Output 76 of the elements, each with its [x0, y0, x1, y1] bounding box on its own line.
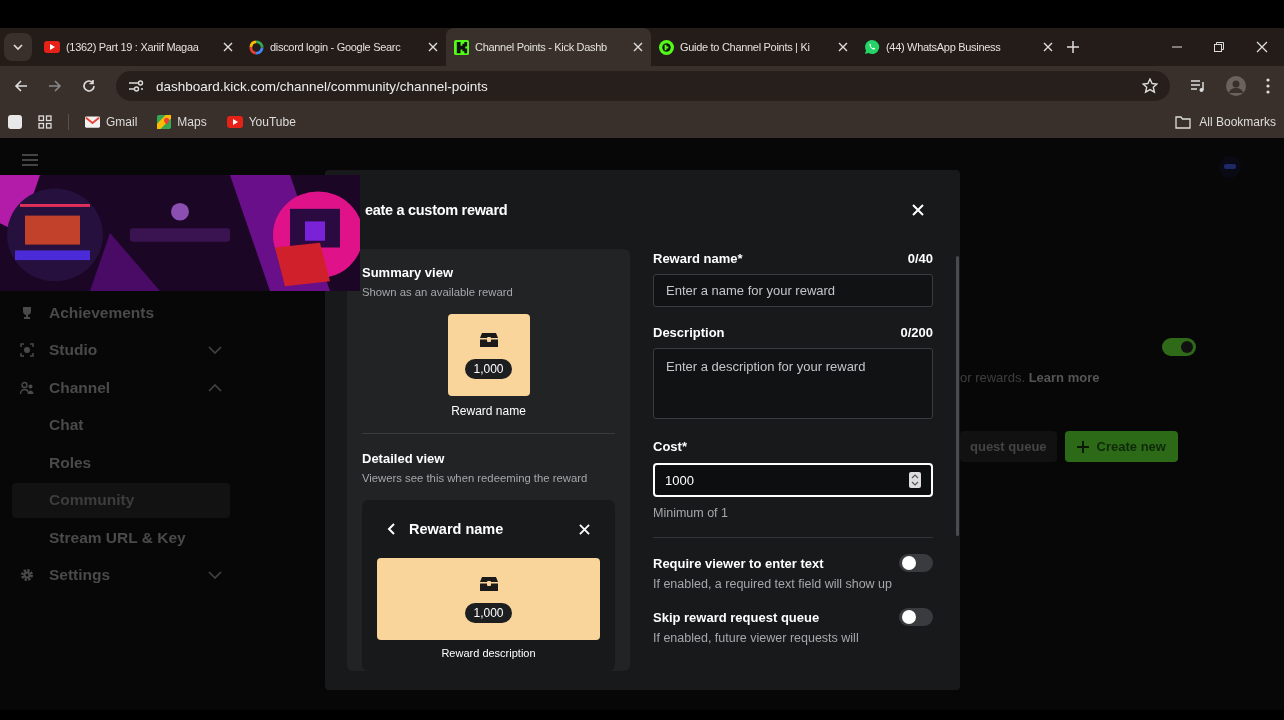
reload-icon[interactable]: [82, 79, 96, 93]
url-text: dashboard.kick.com/channel/community/channel-points: [156, 78, 489, 94]
trophy-icon: [20, 305, 34, 320]
tab-title: (1362) Part 19 : Xariif Magaa: [66, 41, 200, 53]
cost-pill: 1,000: [465, 358, 512, 379]
section-subheading: Viewers see this when redeeming the reward: [362, 472, 589, 484]
hint-text: Minimum of 1: [653, 506, 730, 520]
field-label: Description: [653, 325, 725, 340]
toggle-switch[interactable]: [1162, 338, 1196, 356]
close-icon[interactable]: [1043, 42, 1053, 52]
section-heading: Detailed view: [362, 451, 446, 466]
star-icon[interactable]: [1142, 78, 1158, 94]
reward-name-text: Reward name: [451, 404, 526, 418]
address-bar[interactable]: dashboard.kick.com/channel/community/channel-points: [116, 71, 1170, 101]
all-bookmarks-button[interactable]: All Bookmarks: [1175, 115, 1276, 129]
bookmark-link[interactable]: Gmail: [85, 115, 138, 129]
media-icon[interactable]: [1190, 79, 1206, 93]
cost-field[interactable]: 1000: [653, 463, 933, 497]
description-field[interactable]: Enter a description for your reward: [653, 348, 933, 419]
cost-pill: 1,000: [465, 602, 512, 623]
browser-tab[interactable]: (44) WhatsApp Business: [856, 28, 1061, 66]
tab-title: Guide to Channel Points | Ki: [680, 41, 811, 53]
tab-title: Channel Points - Kick Dashb: [475, 41, 608, 53]
mail-icon: [85, 116, 100, 128]
spinner-icon[interactable]: [909, 472, 921, 488]
tab-title: discord login - Google Searc: [270, 41, 402, 53]
close-icon[interactable]: [223, 42, 233, 52]
kick-logo-icon: [454, 39, 469, 55]
close-icon[interactable]: [633, 42, 643, 52]
dialog-title: eate a custom reward: [365, 202, 508, 218]
reward-description-text: Reward description: [441, 647, 536, 659]
treasure-chest-icon: [478, 575, 499, 592]
folder-icon: [1175, 115, 1192, 129]
toggle-label: Skip reward request queue: [653, 609, 820, 625]
menu-icon[interactable]: [1266, 78, 1270, 94]
field-label: Reward name*: [653, 251, 743, 266]
toggle-switch[interactable]: [899, 554, 933, 572]
close-icon[interactable]: [1256, 41, 1268, 53]
video-play-icon: [44, 41, 60, 53]
character-counter: 0/40: [907, 251, 933, 266]
bookmark-link[interactable]: YouTube: [226, 115, 296, 129]
toggle-label: Require viewer to enter text: [653, 555, 824, 571]
forward-icon[interactable]: [48, 79, 62, 93]
browser-tab[interactable]: Guide to Channel Points | Ki: [651, 28, 856, 66]
browser-tab[interactable]: discord login - Google Searc: [241, 28, 446, 66]
reward-name-field[interactable]: Enter a name for your reward: [653, 274, 933, 307]
search-engine-icon: [249, 39, 264, 55]
restore-icon[interactable]: [1214, 42, 1224, 52]
site-settings-icon[interactable]: [128, 79, 144, 93]
treasure-chest-icon: [478, 331, 499, 348]
character-counter: 0/200: [900, 325, 933, 340]
hint-text: If enabled, future viewer requests will: [653, 631, 860, 645]
hint-text: If enabled, a required text field will show up: [653, 577, 894, 591]
video-play-icon: [226, 116, 243, 128]
map-icon: [157, 115, 172, 129]
bookmark-link[interactable]: Maps: [157, 115, 207, 129]
close-icon[interactable]: [428, 42, 438, 52]
browser-tab[interactable]: (1362) Part 19 : Xariif Magaa: [36, 28, 241, 66]
people-icon: [20, 380, 34, 395]
section-heading: Summary view: [362, 265, 455, 280]
field-label: Cost*: [653, 439, 687, 454]
new-tab-icon[interactable]: [1067, 41, 1079, 53]
close-icon[interactable]: [838, 42, 848, 52]
chat-bubble-icon: [864, 39, 880, 55]
section-subheading: Shown as an available reward: [362, 286, 514, 298]
settings-icon: [20, 568, 34, 583]
camera-icon: [20, 343, 34, 358]
tab-search-icon[interactable]: [4, 33, 32, 61]
plus-icon: [1076, 440, 1089, 453]
back-icon[interactable]: [14, 79, 28, 93]
reward-title: Reward name: [409, 521, 505, 537]
browser-tab[interactable]: Channel Points - Kick Dashb: [446, 28, 651, 66]
tab-title: (44) WhatsApp Business: [886, 41, 1002, 53]
kick-logo-icon: [659, 39, 674, 55]
toggle-switch[interactable]: [899, 608, 933, 626]
apps-grid-icon[interactable]: [38, 115, 52, 129]
